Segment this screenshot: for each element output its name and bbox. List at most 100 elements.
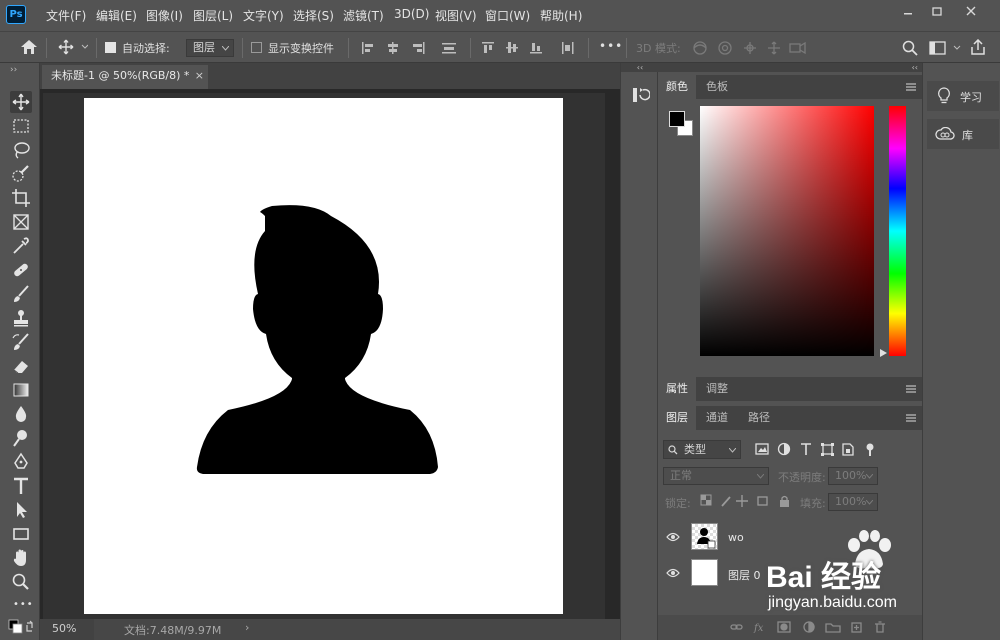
history-panel-icon[interactable] [630, 85, 650, 105]
lightbulb-icon [938, 87, 950, 104]
zoom-value: 50% [52, 622, 77, 635]
3d-mode-icons[interactable] [690, 38, 808, 58]
home-icon[interactable] [20, 39, 38, 55]
marquee-tool[interactable] [10, 115, 32, 137]
auto-select-dropdown[interactable]: 图层 [186, 39, 234, 57]
healing-tool[interactable] [10, 259, 32, 281]
tab-color[interactable]: 颜色 [658, 75, 696, 99]
eye-icon[interactable] [666, 532, 680, 542]
hue-slider[interactable] [889, 106, 906, 356]
zoom-tool[interactable] [10, 571, 32, 593]
eyedropper-tool[interactable] [10, 235, 32, 257]
opacity-field[interactable]: 100% [828, 467, 878, 485]
menu-item[interactable]: 视图(V) [435, 7, 477, 24]
layer-row[interactable]: 图层 0 [658, 556, 922, 590]
collapse-toolbar-icon[interactable]: ›› [10, 65, 17, 75]
layer-row[interactable]: wo [658, 520, 922, 554]
tab-properties[interactable]: 属性 [658, 377, 696, 401]
hue-slider-handle[interactable] [880, 349, 888, 357]
menu-item[interactable]: 帮助(H) [540, 7, 582, 24]
menu-item[interactable]: 图像(I) [146, 7, 183, 24]
tab-paths[interactable]: 路径 [740, 406, 778, 430]
workspace-icon[interactable] [929, 40, 963, 56]
properties-panel-tabs: 属性 调整 [658, 377, 922, 401]
search-icon [668, 445, 678, 455]
status-menu-arrow[interactable]: › [245, 621, 249, 634]
quick-select-tool[interactable] [10, 163, 32, 185]
panel-menu-icon[interactable] [906, 385, 916, 393]
close-tab-icon[interactable]: × [195, 65, 204, 87]
maximize-icon[interactable] [927, 4, 947, 20]
type-tool[interactable] [10, 475, 32, 497]
color-field[interactable] [700, 106, 874, 356]
tab-layers[interactable]: 图层 [658, 406, 696, 430]
blur-tool[interactable] [10, 403, 32, 425]
pen-tool[interactable] [10, 451, 32, 473]
3d-mode-label: 3D 模式: [636, 42, 681, 55]
separator [96, 38, 97, 58]
learn-panel-button[interactable]: 学习 [927, 81, 999, 111]
layer-filter-dropdown[interactable]: 类型 [663, 440, 741, 459]
move-tool[interactable] [10, 91, 32, 113]
frame-icon [13, 214, 29, 230]
brush-tool[interactable] [10, 283, 32, 305]
lock-icons[interactable] [700, 494, 800, 508]
document-tab[interactable]: 未标题-1 @ 50%(RGB/8) * × [42, 65, 208, 89]
panel-menu-icon[interactable] [906, 414, 916, 422]
lasso-tool[interactable] [10, 139, 32, 161]
auto-select-checkbox[interactable] [105, 42, 116, 53]
distribute-icons[interactable] [480, 40, 580, 56]
eraser-icon [13, 361, 28, 374]
frame-tool[interactable] [10, 211, 32, 233]
menu-item[interactable]: 文件(F) [46, 7, 86, 24]
history-brush-tool[interactable] [10, 331, 32, 353]
search-icon[interactable] [902, 40, 918, 56]
gradient-tool[interactable] [10, 379, 32, 401]
menu-item[interactable]: 编辑(E) [96, 7, 137, 24]
clone-stamp-tool[interactable] [10, 307, 32, 329]
collapse-strip-icon[interactable]: ‹‹ [621, 63, 659, 72]
dodge-tool[interactable] [10, 427, 32, 449]
path-select-tool[interactable] [10, 499, 32, 521]
menu-item[interactable]: 选择(S) [293, 7, 334, 24]
menu-item[interactable]: 图层(L) [193, 7, 233, 24]
share-icon[interactable] [970, 39, 986, 56]
foreground-color-swatch[interactable] [669, 111, 685, 127]
layer-action-icons[interactable]: fx [730, 620, 894, 634]
color-swatches[interactable] [8, 619, 36, 635]
layer-name: wo [728, 531, 744, 544]
hand-tool[interactable] [10, 547, 32, 569]
move-tool-icon[interactable] [58, 39, 88, 55]
fill-field[interactable]: 100% [828, 493, 878, 511]
crop-tool[interactable] [10, 187, 32, 209]
layers-footer: fx [658, 615, 922, 640]
blend-mode-dropdown[interactable]: 正常 [663, 467, 769, 485]
collapse-dock-icon[interactable]: ‹‹ [658, 63, 922, 72]
tab-channels[interactable]: 通道 [698, 406, 736, 430]
tab-adjustments[interactable]: 调整 [698, 377, 736, 401]
align-icons[interactable] [360, 40, 470, 56]
person-thumbnail [697, 528, 716, 549]
blend-mode-value: 正常 [670, 469, 692, 482]
library-panel-button[interactable]: 库 [927, 119, 999, 149]
eye-icon[interactable] [666, 568, 680, 578]
more-options-button[interactable]: ••• [599, 39, 623, 53]
learn-library-strip: 学习 库 [922, 63, 1000, 640]
eraser-tool[interactable] [10, 355, 32, 377]
panel-menu-icon[interactable] [906, 83, 916, 91]
canvas[interactable] [84, 98, 563, 614]
tab-swatches[interactable]: 色板 [698, 75, 736, 99]
show-transform-checkbox[interactable] [251, 42, 262, 53]
menu-item[interactable]: 窗口(W) [485, 7, 530, 24]
layer-filter-icons[interactable] [755, 441, 885, 457]
layer-thumbnail [691, 523, 718, 550]
menu-item[interactable]: 3D(D) [394, 7, 429, 21]
rectangle-tool[interactable] [10, 523, 32, 545]
more-tools-icon[interactable]: ••• [13, 599, 34, 610]
layer-thumbnail [691, 559, 718, 586]
menu-item[interactable]: 滤镜(T) [343, 7, 384, 24]
menu-item[interactable]: 文字(Y) [243, 7, 284, 24]
close-window-icon[interactable] [961, 4, 981, 20]
zoom-field[interactable]: 50% [40, 619, 94, 640]
minimize-icon[interactable] [898, 4, 918, 20]
